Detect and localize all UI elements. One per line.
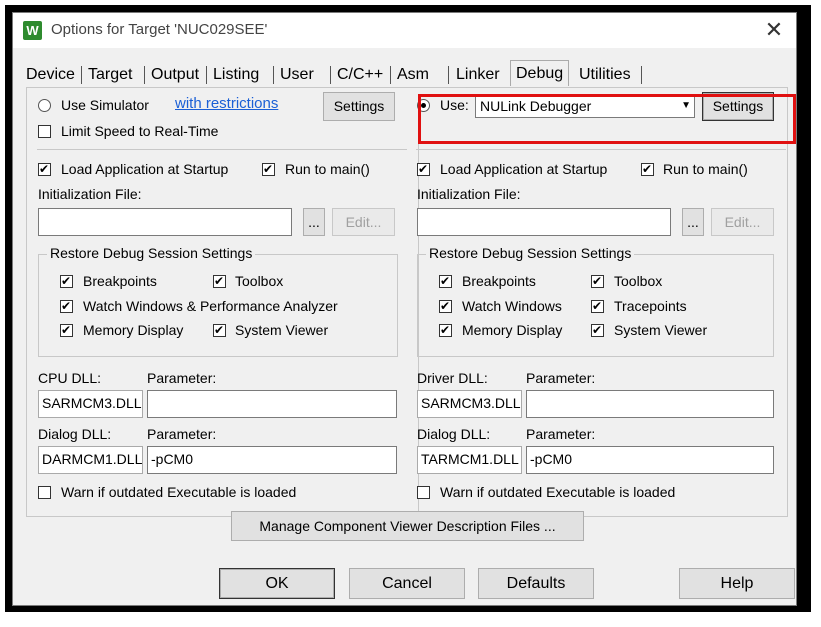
driver-dll-input[interactable]: SARMCM3.DLL [417,390,522,418]
tab-target[interactable]: Target [85,64,135,86]
dialog-parameter-input[interactable]: -pCM0 [147,446,397,474]
limit-speed-checkbox[interactable] [38,125,51,138]
driver-parameter-label: Parameter: [526,370,596,386]
load-application-checkbox[interactable] [38,161,51,177]
warn-outdated-checkbox-right[interactable] [417,486,430,499]
dialog-dll-input[interactable]: DARMCM1.DLL [38,446,143,474]
watch-windows-checkbox-right[interactable] [439,298,452,314]
dialog-parameter-label-right: Parameter: [526,426,596,442]
keil-app-icon: W [23,21,42,40]
breakpoints-label: Breakpoints [83,273,157,289]
load-application-checkbox-right[interactable] [417,161,430,177]
memory-display-label-right: Memory Display [462,322,563,338]
warn-outdated-checkbox[interactable] [38,486,51,499]
warn-outdated-label: Warn if outdated Executable is loaded [61,484,297,500]
toolbox-checkbox-right[interactable] [591,273,604,289]
memory-display-checkbox[interactable] [60,322,73,338]
tab-separator [206,66,207,84]
memory-display-label: Memory Display [83,322,184,338]
run-to-main-checkbox[interactable] [262,161,275,177]
browse-init-file-button[interactable]: ... [303,208,325,236]
breakpoints-label-right: Breakpoints [462,273,536,289]
cpu-dll-input[interactable]: SARMCM3.DLL [38,390,143,418]
run-to-main-label-right: Run to main() [663,161,748,177]
ok-button[interactable]: OK [219,568,335,599]
memory-display-checkbox-right[interactable] [439,322,452,338]
initialization-file-label-right: Initialization File: [417,186,521,202]
restore-session-title: Restore Debug Session Settings [47,245,256,262]
tracepoints-label: Tracepoints [614,298,687,314]
watch-windows-label: Watch Windows & Performance Analyzer [83,298,338,314]
browse-init-file-button-right[interactable]: ... [682,208,704,236]
tab-output[interactable]: Output [148,64,202,86]
tab-separator [330,66,331,84]
tab-separator [641,66,642,84]
tab-debug[interactable]: Debug [510,60,570,86]
tab-utilities[interactable]: Utilities [576,64,634,86]
use-simulator-radio[interactable] [38,99,51,112]
driver-dll-label: Driver DLL: [417,370,488,386]
load-application-label: Load Application at Startup [61,161,229,177]
tab-separator [144,66,145,84]
tab-cpp[interactable]: C/C++ [334,64,386,86]
system-viewer-label-right: System Viewer [614,322,708,338]
toolbox-label-right: Toolbox [614,273,663,289]
dialog-dll-label: Dialog DLL: [38,426,112,442]
defaults-button[interactable]: Defaults [478,568,594,599]
initialization-file-input-right[interactable] [417,208,671,236]
left-separator [37,149,407,150]
toolbox-checkbox[interactable] [213,273,226,289]
with-restrictions-link[interactable]: with restrictions [175,95,278,112]
tab-listing[interactable]: Listing [210,64,262,86]
load-application-label-right: Load Application at Startup [440,161,608,177]
cpu-parameter-input[interactable] [147,390,397,418]
limit-speed-label: Limit Speed to Real-Time [61,123,219,139]
tab-separator [390,66,391,84]
dialog-dll-label-right: Dialog DLL: [417,426,491,442]
warn-outdated-label-right: Warn if outdated Executable is loaded [440,484,676,500]
tab-separator [273,66,274,84]
tab-user[interactable]: User [277,64,317,86]
tab-separator [448,66,449,84]
simulator-settings-button[interactable]: Settings [323,92,395,121]
run-to-main-checkbox-right[interactable] [641,161,654,177]
toolbox-label: Toolbox [235,273,284,289]
cpu-parameter-label: Parameter: [147,370,217,386]
run-to-main-label: Run to main() [285,161,370,177]
watch-windows-label-right: Watch Windows [462,298,562,314]
edit-init-file-button-right: Edit... [711,208,774,236]
initialization-file-label: Initialization File: [38,186,142,202]
initialization-file-input[interactable] [38,208,292,236]
breakpoints-checkbox[interactable] [60,273,73,289]
options-dialog: W Options for Target 'NUC029SEE' ✕ Devic… [12,12,797,606]
use-simulator-label: Use Simulator [61,97,149,113]
close-icon[interactable]: ✕ [762,17,786,43]
tab-linker[interactable]: Linker [453,64,503,86]
right-separator [416,149,786,150]
dialog-parameter-label: Parameter: [147,426,217,442]
red-highlight-box [418,94,796,144]
cancel-button[interactable]: Cancel [349,568,465,599]
tab-separator [81,66,82,84]
watch-windows-checkbox[interactable] [60,298,73,314]
window-title: Options for Target 'NUC029SEE' [51,21,268,38]
dialog-dll-input-right[interactable]: TARMCM1.DLL [417,446,522,474]
tracepoints-checkbox[interactable] [591,298,604,314]
edit-init-file-button: Edit... [332,208,395,236]
breakpoints-checkbox-right[interactable] [439,273,452,289]
manage-component-viewer-button[interactable]: Manage Component Viewer Description File… [231,511,584,541]
title-bar: W Options for Target 'NUC029SEE' ✕ [13,13,796,48]
restore-session-title-right: Restore Debug Session Settings [426,245,635,262]
system-viewer-checkbox[interactable] [213,322,226,338]
tab-asm[interactable]: Asm [394,64,432,86]
driver-parameter-input[interactable] [526,390,774,418]
system-viewer-label: System Viewer [235,322,329,338]
dialog-parameter-input-right[interactable]: -pCM0 [526,446,774,474]
help-button[interactable]: Help [679,568,795,599]
system-viewer-checkbox-right[interactable] [591,322,604,338]
tab-device[interactable]: Device [23,64,78,86]
cpu-dll-label: CPU DLL: [38,370,102,386]
